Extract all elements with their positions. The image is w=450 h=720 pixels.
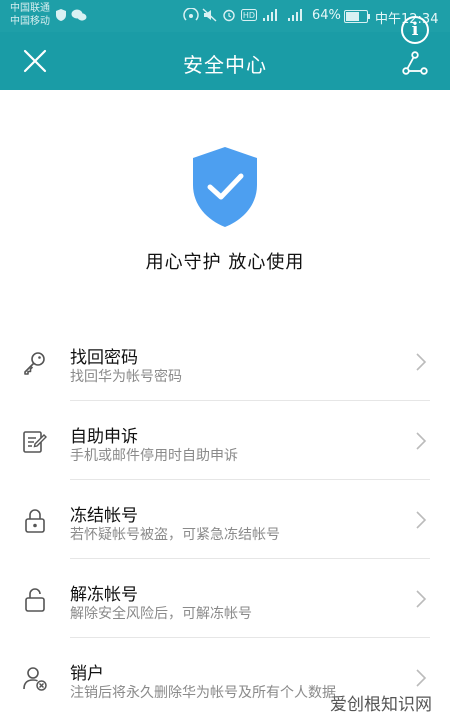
signal-2-icon — [288, 9, 302, 21]
security-menu: 找回密码 找回华为帐号密码 自助申诉 手机或邮件停用时自助申诉 冻结帐号 若怀疑… — [0, 322, 450, 717]
chevron-right-icon — [416, 511, 427, 529]
menu-item-subtitle: 解除安全风险后，可解冻帐号 — [70, 606, 252, 622]
menu-item-title: 自助申诉 — [70, 427, 138, 447]
menu-item-title: 解冻帐号 — [70, 585, 138, 605]
remove-user-icon — [23, 667, 47, 691]
menu-item-title: 找回密码 — [70, 348, 138, 368]
share-icon[interactable] — [401, 49, 429, 77]
chevron-right-icon — [416, 669, 427, 687]
chevron-right-icon — [416, 432, 427, 450]
carrier-1: 中国联通 — [10, 3, 50, 14]
carrier-info: 中国联通 中国移动 — [10, 2, 50, 28]
shield-check-icon — [193, 147, 257, 227]
menu-item-unfreeze-account[interactable]: 解冻帐号 解除安全风险后，可解冻帐号 — [0, 559, 450, 638]
battery-level: 64% — [312, 8, 341, 23]
chevron-right-icon — [416, 353, 427, 371]
menu-item-subtitle: 注销后将永久删除华为帐号及所有个人数据 — [70, 685, 336, 701]
menu-item-subtitle: 若怀疑帐号被盗，可紧急冻结帐号 — [70, 527, 280, 543]
battery-icon — [344, 10, 370, 23]
page-title: 安全中心 — [183, 53, 267, 77]
menu-item-freeze-account[interactable]: 冻结帐号 若怀疑帐号被盗，可紧急冻结帐号 — [0, 480, 450, 559]
unlock-icon — [25, 588, 45, 612]
menu-item-title: 销户 — [70, 664, 104, 684]
chevron-right-icon — [416, 590, 427, 608]
title-bar: 安全中心 — [0, 32, 450, 90]
svg-text:HD: HD — [243, 11, 255, 20]
alarm-icon — [223, 9, 235, 22]
lock-icon — [25, 509, 45, 533]
signal-1-icon — [263, 9, 277, 21]
menu-item-subtitle: 手机或邮件停用时自助申诉 — [70, 448, 238, 464]
menu-item-self-appeal[interactable]: 自助申诉 手机或邮件停用时自助申诉 — [0, 401, 450, 480]
menu-item-title: 冻结帐号 — [70, 506, 138, 526]
info-icon[interactable]: i — [401, 16, 429, 44]
key-icon — [24, 352, 45, 375]
wechat-icon — [71, 9, 87, 21]
edit-document-icon — [23, 431, 47, 453]
hd-icon: HD — [241, 9, 257, 21]
watermark: 爱创根知识网 — [330, 695, 432, 715]
slogan: 用心守护 放心使用 — [145, 252, 305, 273]
hotspot-icon — [183, 8, 199, 21]
carrier-2: 中国移动 — [10, 16, 50, 27]
status-bar: 中国联通 中国移动 HD 64% 中午12:34 — [0, 0, 450, 32]
menu-item-subtitle: 找回华为帐号密码 — [70, 369, 182, 385]
shield-notification-icon — [56, 9, 66, 21]
mute-icon — [202, 8, 217, 22]
menu-item-recover-password[interactable]: 找回密码 找回华为帐号密码 — [0, 322, 450, 401]
